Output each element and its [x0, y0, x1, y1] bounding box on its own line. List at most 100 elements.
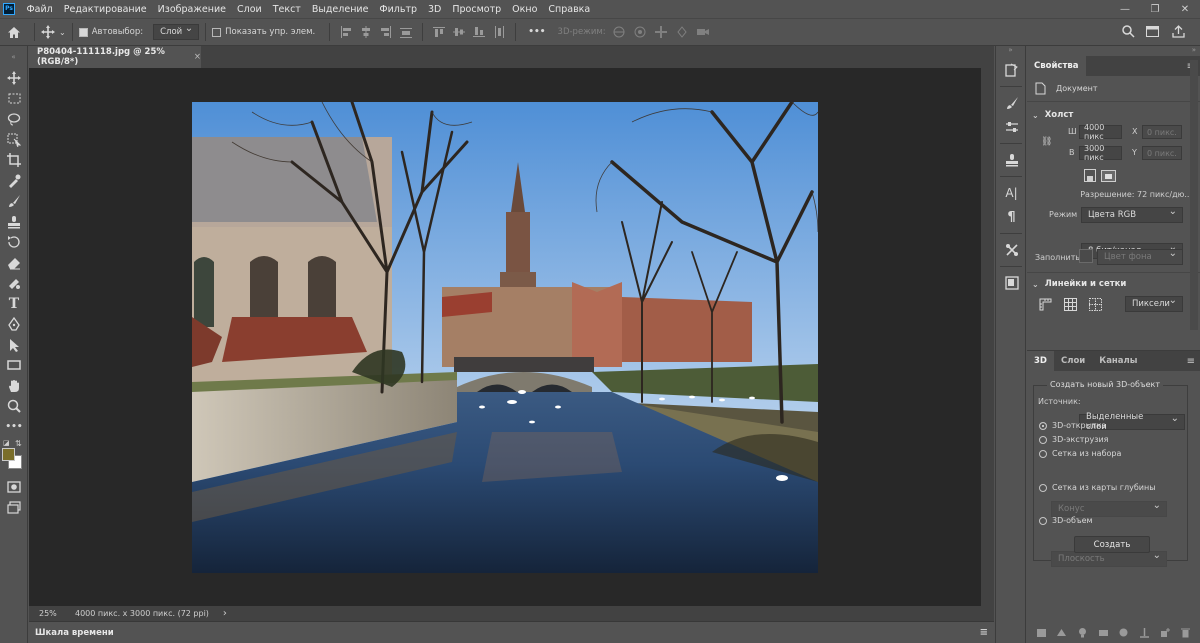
close-window-icon[interactable]: ✕ — [1170, 0, 1200, 18]
menu-window[interactable]: Окно — [507, 4, 543, 15]
marquee-tool-icon[interactable] — [0, 89, 28, 110]
3d-pan-icon[interactable] — [654, 25, 668, 39]
clone-source-icon[interactable] — [996, 148, 1027, 172]
width-field[interactable]: 4000 пикс — [1079, 123, 1122, 141]
search-icon[interactable] — [1122, 25, 1135, 41]
workspace-icon[interactable] — [1146, 25, 1159, 41]
menu-edit[interactable]: Редактирование — [58, 4, 152, 15]
3d-light-icon[interactable] — [1077, 627, 1088, 638]
units-dropdown[interactable]: Пиксели — [1125, 295, 1183, 312]
3d-mesh-icon[interactable] — [1056, 627, 1067, 638]
type-tool-icon[interactable]: T — [0, 294, 28, 315]
foreground-color-swatch[interactable] — [2, 448, 15, 461]
tool-presets-icon[interactable] — [996, 238, 1027, 262]
move-tool-icon[interactable] — [0, 68, 28, 89]
pen-tool-icon[interactable] — [0, 314, 28, 335]
collapse-toolbar-icon[interactable]: « — [0, 46, 27, 68]
properties-scrollbar[interactable] — [1190, 60, 1198, 330]
swap-colors-icon[interactable]: ⇅ — [15, 439, 22, 448]
distribute-vertical-icon[interactable] — [492, 25, 506, 39]
option-depth-map[interactable]: Сетка из карты глубины — [1039, 483, 1156, 492]
document-tab[interactable]: P80404-111118.jpg @ 25% (RGB/8*) × — [29, 46, 201, 68]
height-field[interactable]: 3000 пикс — [1079, 144, 1122, 162]
screen-mode-icon[interactable] — [0, 498, 28, 519]
3d-ground-icon[interactable] — [1139, 627, 1150, 638]
more-options-button[interactable]: ••• — [522, 27, 551, 37]
option-extrusion[interactable]: 3D-экструзия — [1039, 435, 1109, 444]
document-image[interactable] — [192, 102, 818, 573]
minimize-icon[interactable]: — — [1110, 0, 1140, 18]
brush-settings-icon[interactable] — [996, 91, 1027, 115]
option-volume[interactable]: 3D-объем — [1039, 516, 1093, 525]
menu-layers[interactable]: Слои — [231, 4, 267, 15]
panel-menu-icon[interactable]: ≡ — [980, 627, 988, 638]
menu-image[interactable]: Изображение — [152, 4, 231, 15]
history-panel-icon[interactable] — [996, 58, 1027, 82]
mode-dropdown[interactable]: Цвета RGB — [1081, 206, 1183, 223]
tab-3d[interactable]: 3D — [1027, 351, 1054, 371]
status-menu-icon[interactable]: › — [209, 608, 227, 619]
gradient-tool-icon[interactable] — [0, 273, 28, 294]
menu-file[interactable]: Файл — [21, 4, 58, 15]
radio-selected[interactable] — [1039, 421, 1047, 430]
preset-mesh-dropdown[interactable]: Конус — [1051, 500, 1167, 517]
collapse-dock-icon[interactable]: » — [996, 46, 1025, 58]
lasso-tool-icon[interactable] — [0, 109, 28, 130]
collapse-panel-icon[interactable]: » — [1027, 46, 1200, 56]
path-select-tool-icon[interactable] — [0, 335, 28, 356]
3d-scene-icon[interactable] — [1036, 627, 1047, 638]
new-light-icon[interactable] — [1160, 627, 1171, 638]
menu-filter[interactable]: Фильтр — [374, 4, 423, 15]
create-button[interactable]: Создать — [1074, 536, 1150, 553]
3d-roll-icon[interactable] — [633, 25, 647, 39]
tab-channels[interactable]: Каналы — [1092, 351, 1144, 371]
crop-tool-icon[interactable] — [0, 150, 28, 171]
align-left-icon[interactable] — [339, 25, 353, 39]
align-bottom-icon[interactable] — [472, 25, 486, 39]
autoselect-dropdown[interactable]: Слой — [153, 23, 200, 40]
option-postcard[interactable]: 3D-открытка — [1039, 421, 1106, 430]
x-field[interactable]: 0 пикс. — [1142, 125, 1182, 139]
checkbox-checked[interactable] — [78, 27, 88, 37]
3d-camera-icon[interactable] — [696, 25, 710, 39]
landscape-orientation-icon[interactable] — [1101, 170, 1116, 182]
eyedropper-tool-icon[interactable] — [0, 171, 28, 192]
menu-3d[interactable]: 3D — [423, 4, 447, 15]
radio[interactable] — [1039, 516, 1047, 525]
default-colors-icon[interactable]: ◪ — [3, 439, 10, 447]
3d-orbit-icon[interactable] — [612, 25, 626, 39]
stamp-tool-icon[interactable] — [0, 212, 28, 233]
vertical-scrollbar[interactable] — [981, 68, 994, 606]
checkbox-unchecked[interactable] — [212, 27, 222, 37]
zoom-level[interactable]: 25% — [29, 609, 67, 618]
brush-tool-icon[interactable] — [0, 191, 28, 212]
grid-icon[interactable] — [1064, 298, 1077, 314]
restore-icon[interactable]: ❐ — [1140, 0, 1170, 18]
paragraph-panel-icon[interactable]: ¶ — [996, 205, 1027, 229]
close-tab-icon[interactable]: × — [194, 52, 201, 62]
3d-camera-icon[interactable] — [1098, 627, 1109, 638]
align-vcenter-icon[interactable] — [452, 25, 466, 39]
canvas-area[interactable] — [29, 68, 981, 606]
more-tools-icon[interactable]: ••• — [0, 417, 28, 438]
fill-color-swatch[interactable] — [1079, 249, 1093, 263]
hand-tool-icon[interactable] — [0, 376, 28, 397]
menu-help[interactable]: Справка — [543, 4, 596, 15]
menu-view[interactable]: Просмотр — [447, 4, 507, 15]
radio[interactable] — [1039, 449, 1047, 458]
depth-map-dropdown[interactable]: Плоскость — [1051, 550, 1167, 567]
home-icon[interactable] — [0, 26, 28, 39]
panel-menu-icon[interactable]: ≡ — [1187, 356, 1200, 367]
share-icon[interactable] — [1172, 25, 1185, 41]
delete-icon[interactable] — [1180, 627, 1191, 638]
radio[interactable] — [1039, 483, 1047, 492]
distribute-icon[interactable] — [399, 25, 413, 39]
quick-mask-icon[interactable] — [0, 477, 28, 498]
eraser-tool-icon[interactable] — [0, 253, 28, 274]
show-transform-checkbox[interactable]: Показать упр. элем. — [212, 27, 315, 37]
rulers-icon[interactable] — [1039, 298, 1052, 314]
portrait-orientation-icon[interactable] — [1084, 169, 1096, 182]
adjustments-panel-icon[interactable] — [996, 115, 1027, 139]
fill-dropdown[interactable]: Цвет фона — [1097, 248, 1183, 265]
menu-select[interactable]: Выделение — [306, 4, 374, 15]
